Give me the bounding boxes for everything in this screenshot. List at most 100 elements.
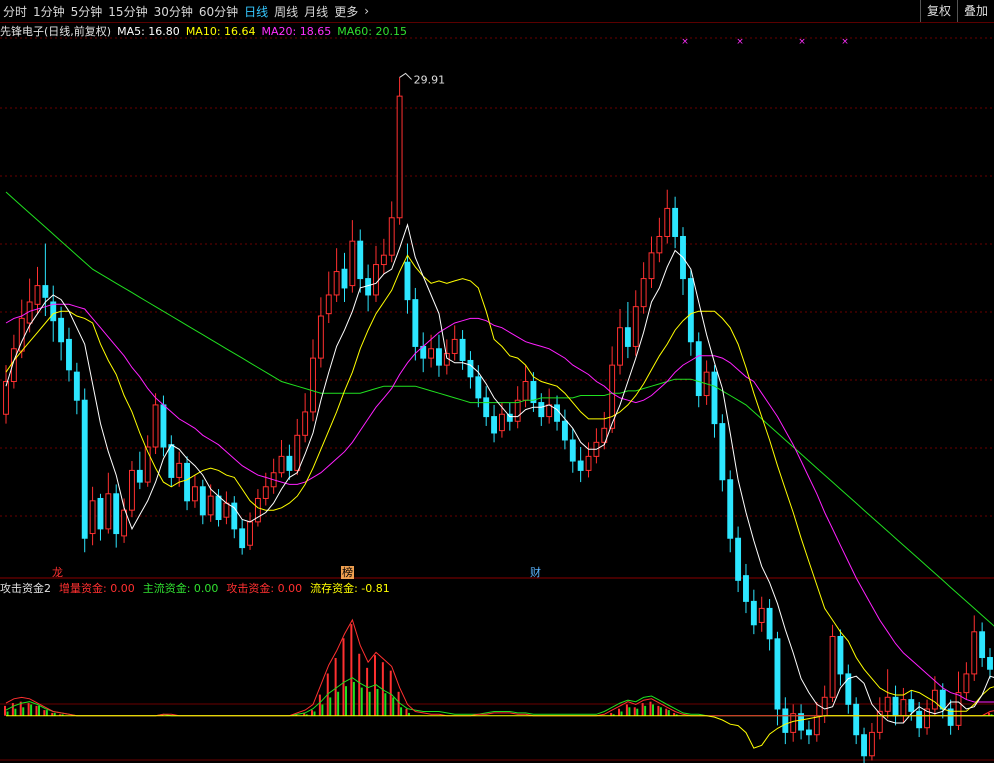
- candle-body-33: [262, 486, 269, 499]
- candle-body-63: [498, 413, 505, 432]
- candle-body-121: [955, 692, 962, 726]
- candle-body-97: [766, 607, 773, 640]
- candle-body-94: [743, 575, 749, 602]
- ma10-line: [5, 254, 994, 712]
- candle-body-91: [719, 423, 726, 481]
- candle-body-23: [184, 462, 190, 502]
- candle-body-116: [916, 710, 923, 729]
- candle-body-66: [522, 381, 529, 401]
- candle-body-99: [782, 708, 789, 733]
- candle-body-72: [569, 439, 576, 462]
- signal-marker-0: ×: [681, 37, 689, 47]
- candle-body-13: [105, 493, 112, 530]
- candle-body-15: [121, 509, 128, 537]
- ma5-line: [5, 222, 994, 724]
- candle-body-92: [727, 479, 734, 539]
- candle-body-93: [735, 537, 742, 581]
- candle-body-38: [302, 411, 309, 436]
- candle-body-24: [191, 486, 198, 502]
- candle-body-10: [81, 399, 88, 539]
- high-price-label: 29.91: [414, 73, 446, 86]
- candle-body-82: [648, 252, 655, 280]
- candle-body-90: [711, 371, 718, 425]
- candle-body-28: [223, 502, 230, 518]
- candle-body-102: [806, 729, 812, 736]
- candle-body-114: [900, 699, 907, 717]
- signal-marker-2: ×: [798, 37, 806, 47]
- candle-body-30: [239, 528, 246, 549]
- liucun-line: [6, 715, 994, 749]
- candle-body-27: [215, 495, 222, 521]
- candle-body-59: [467, 359, 474, 378]
- event-marker-1[interactable]: 龙: [52, 566, 63, 579]
- candle-body-70: [554, 404, 560, 422]
- candle-body-68: [538, 402, 545, 418]
- candle-body-16: [129, 469, 135, 511]
- candle-body-36: [286, 455, 293, 471]
- candle-body-44: [349, 240, 356, 287]
- candle-body-122: [963, 673, 970, 694]
- candle-body-51: [404, 261, 411, 301]
- candle-body-54: [428, 348, 435, 359]
- candle-body-35: [278, 455, 285, 474]
- candle-body-125: [987, 657, 993, 670]
- candle-body-123: [971, 631, 978, 675]
- candle-body-48: [380, 254, 387, 266]
- candle-body-42: [333, 271, 340, 296]
- candle-body-25: [199, 486, 206, 516]
- candle-body-109: [861, 734, 867, 757]
- candle-body-39: [310, 357, 316, 413]
- candle-body-84: [664, 207, 671, 237]
- candle-body-81: [640, 278, 647, 308]
- candle-body-17: [136, 469, 143, 483]
- candle-body-45: [357, 240, 364, 280]
- candle-body-0: [3, 381, 9, 415]
- candle-body-112: [884, 696, 891, 712]
- candle-body-43: [341, 268, 348, 289]
- candle-body-85: [672, 207, 679, 237]
- candle-body-79: [624, 327, 631, 347]
- candle-body-22: [176, 462, 183, 478]
- candle-body-46: [365, 278, 372, 296]
- candle-body-65: [514, 399, 521, 422]
- candle-body-8: [66, 338, 72, 371]
- candle-body-21: [168, 444, 175, 478]
- candle-body-96: [758, 607, 765, 623]
- event-marker-2[interactable]: 榜: [341, 566, 354, 579]
- candle-body-37: [294, 434, 301, 471]
- candle-body-40: [317, 315, 324, 359]
- candle-body-19: [152, 404, 159, 448]
- candle-body-74: [585, 455, 592, 471]
- candle-body-113: [892, 696, 899, 717]
- candle-body-80: [632, 306, 639, 347]
- candle-body-26: [207, 495, 214, 516]
- candle-body-106: [837, 635, 844, 675]
- candle-body-105: [829, 635, 836, 698]
- candle-body-119: [939, 689, 946, 710]
- kline-chart[interactable]: 29.91 × × × ×: [0, 0, 994, 763]
- candle-body-87: [687, 278, 694, 343]
- candle-body-41: [325, 294, 332, 315]
- candle-body-55: [436, 348, 442, 366]
- candle-body-4: [34, 285, 41, 305]
- candle-body-78: [617, 327, 623, 366]
- candle-body-100: [790, 713, 797, 733]
- candle-body-83: [656, 235, 663, 254]
- candle-body-61: [483, 397, 490, 418]
- candle-body-62: [491, 416, 498, 434]
- candle-body-71: [561, 420, 568, 441]
- candle-body-115: [908, 699, 915, 712]
- event-marker-3[interactable]: 财: [530, 566, 541, 579]
- candle-body-124: [979, 631, 986, 659]
- candle-body-73: [577, 460, 584, 471]
- candle-body-11: [89, 500, 96, 535]
- candle-body-108: [853, 703, 860, 736]
- candle-body-9: [73, 371, 80, 401]
- candle-body-118: [931, 689, 938, 710]
- candle-body-104: [821, 696, 828, 717]
- candle-body-20: [160, 404, 167, 448]
- candle-body-52: [412, 299, 419, 347]
- signal-marker-3: ×: [841, 37, 849, 47]
- candle-body-111: [876, 710, 883, 733]
- candle-body-31: [247, 521, 253, 546]
